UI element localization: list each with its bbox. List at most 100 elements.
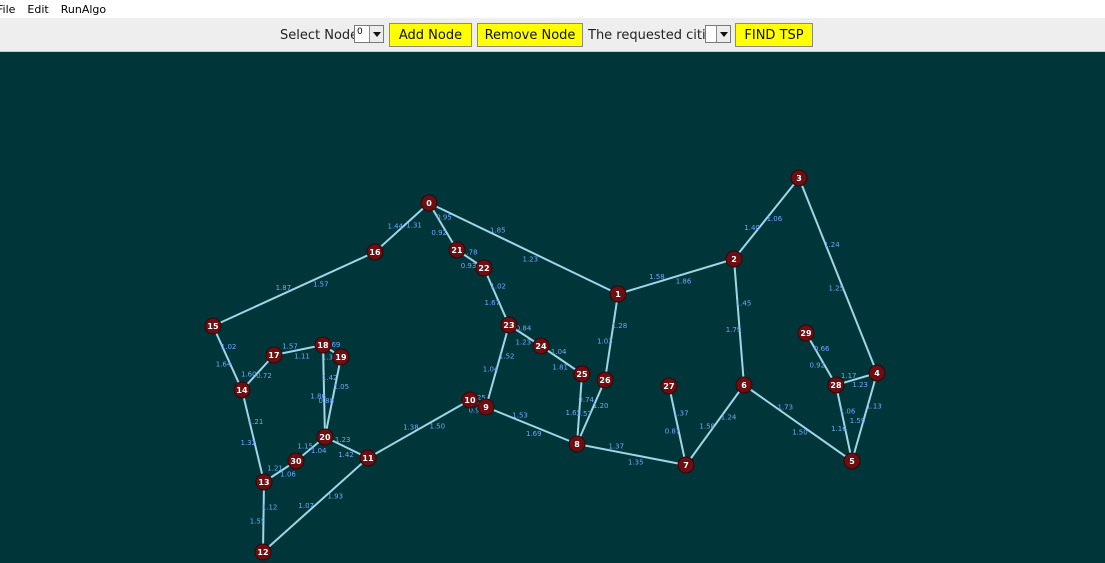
- graph-canvas[interactable]: 1.311.440.950.92 1.851.231.571.871.780.93…: [0, 52, 1105, 563]
- edge-weight-label: 1.55: [250, 517, 266, 525]
- edge-weight-label: 1.13: [866, 402, 882, 410]
- graph-node-27[interactable]: 27: [660, 377, 678, 395]
- edge-weight-label: 1.86: [676, 278, 692, 286]
- graph-node-13[interactable]: 13: [255, 473, 273, 491]
- edge-weight-label: 1.42: [322, 374, 338, 382]
- node-label: 3: [796, 174, 802, 183]
- node-label: 30: [290, 457, 302, 466]
- node-label: 0: [426, 199, 432, 208]
- edge-weight-label: 1.02: [221, 343, 237, 351]
- graph-node-16[interactable]: 16: [366, 243, 384, 261]
- graph-node-9[interactable]: 9: [477, 398, 495, 416]
- graph-node-12[interactable]: 12: [254, 543, 272, 561]
- edge-weight-label: 1.59: [850, 417, 866, 425]
- graph-node-25[interactable]: 25: [573, 365, 591, 383]
- select-node-dropdown[interactable]: 0: [354, 25, 384, 43]
- node-label: 28: [830, 381, 842, 390]
- select-node-value: 0: [357, 27, 363, 37]
- node-label: 22: [478, 264, 489, 273]
- remove-node-button[interactable]: Remove Node: [477, 23, 583, 47]
- node-label: 4: [874, 369, 880, 378]
- edge-weight-label: 1.58: [699, 423, 715, 431]
- edge-weight-label: 1.23: [335, 436, 351, 444]
- graph-node-22[interactable]: 22: [475, 259, 493, 277]
- node-label: 18: [317, 341, 329, 350]
- edge-weight-label: 1.45: [736, 300, 752, 308]
- node-label: 26: [599, 376, 611, 385]
- node-label: 19: [335, 353, 347, 362]
- edge-22-23: [483, 267, 510, 326]
- edge-weight-label: 1.58: [649, 273, 665, 281]
- node-label: 20: [319, 433, 331, 442]
- menu-bar: File Edit RunAlgo: [0, 0, 1105, 18]
- graph-node-2[interactable]: 2: [725, 250, 743, 268]
- edge-weight-label: 1.11: [294, 352, 310, 360]
- node-label: 13: [258, 478, 269, 487]
- edge-weight-label: 1.03: [597, 337, 613, 345]
- edge-weight-label: 0.87: [665, 428, 681, 436]
- graph-node-21[interactable]: 21: [448, 241, 466, 259]
- edge-weight-label: 1.23: [523, 256, 539, 264]
- edge-weight-label: 1.52: [499, 352, 515, 360]
- graph-node-28[interactable]: 28: [827, 376, 845, 394]
- edge-weight-label: 1.79: [726, 326, 742, 334]
- graph-node-19[interactable]: 19: [332, 348, 350, 366]
- node-label: 1: [615, 290, 621, 299]
- graph-node-5[interactable]: 5: [843, 452, 861, 470]
- find-tsp-button[interactable]: FIND TSP: [735, 23, 813, 47]
- edge-weight-label: 1.06: [840, 407, 856, 415]
- node-label: 11: [362, 454, 374, 463]
- edge-weight-label: 1.38: [403, 424, 419, 432]
- edge-9-8: [485, 406, 578, 445]
- graph-node-23[interactable]: 23: [500, 316, 518, 334]
- edge-3-4: [798, 177, 878, 374]
- graph-node-15[interactable]: 15: [204, 317, 222, 335]
- edge-weight-label: 1.73: [778, 404, 794, 412]
- graph-node-26[interactable]: 26: [596, 371, 614, 389]
- node-label: 17: [268, 351, 279, 360]
- menu-runalgo[interactable]: RunAlgo: [61, 3, 106, 16]
- menu-edit[interactable]: Edit: [27, 3, 48, 16]
- graph-node-30[interactable]: 30: [287, 452, 305, 470]
- edge-6-5: [743, 384, 853, 462]
- menu-file[interactable]: File: [0, 3, 15, 16]
- graph-node-10[interactable]: 10: [461, 391, 479, 409]
- graph-node-7[interactable]: 7: [677, 456, 695, 474]
- graph-node-4[interactable]: 4: [868, 364, 886, 382]
- edges-layer: 1.311.440.950.92 1.851.231.571.871.780.93…: [212, 177, 882, 553]
- edge-weight-label: 1.25: [829, 285, 845, 293]
- edge-weight-label: 0.84: [516, 324, 532, 332]
- add-node-button[interactable]: Add Node: [389, 23, 472, 47]
- edge-weight-label: 1.28: [612, 322, 628, 330]
- node-label: 8: [574, 440, 580, 449]
- edge-weight-label: 1.37: [609, 443, 625, 451]
- graph-node-14[interactable]: 14: [233, 381, 251, 399]
- edge-weight-label: 1.04: [551, 348, 567, 356]
- graph-node-17[interactable]: 17: [265, 346, 283, 364]
- edge-weight-label: 1.50: [430, 423, 446, 431]
- graph-node-6[interactable]: 6: [735, 376, 753, 394]
- node-label: 9: [483, 403, 489, 412]
- edge-weight-label: 1.85: [490, 226, 506, 234]
- edge-weight-label: 1.44: [388, 223, 404, 231]
- requested-cities-dropdown[interactable]: [705, 25, 731, 43]
- edge-weight-label: 0.93: [461, 262, 477, 270]
- graph-node-8[interactable]: 8: [568, 435, 586, 453]
- graph-node-11[interactable]: 11: [359, 449, 377, 467]
- graph-node-0[interactable]: 0: [420, 194, 438, 212]
- edge-weight-label: 1.67: [485, 299, 501, 307]
- edge-6-7: [685, 384, 745, 466]
- edge-weight-label: 1.20: [593, 402, 609, 410]
- edge-weight-label: 1.42: [338, 451, 354, 459]
- graph-node-1[interactable]: 1: [609, 285, 627, 303]
- graph-node-20[interactable]: 20: [316, 428, 334, 446]
- edge-2-6: [733, 258, 745, 386]
- edge-weight-label: 1.21: [267, 465, 283, 473]
- node-label: 29: [800, 329, 812, 338]
- graph-node-18[interactable]: 18: [314, 336, 332, 354]
- graph-node-3[interactable]: 3: [790, 169, 808, 187]
- graph-node-29[interactable]: 29: [797, 324, 815, 342]
- edge-weight-label: 1.23: [516, 339, 532, 347]
- graph-node-24[interactable]: 24: [532, 337, 550, 355]
- edge-14-13: [241, 389, 265, 483]
